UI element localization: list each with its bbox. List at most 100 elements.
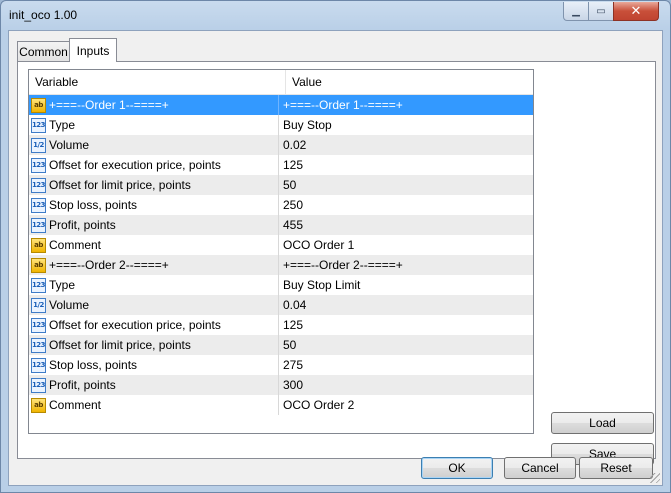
table-row[interactable]: ab Comment OCO Order 1 (29, 235, 533, 255)
variable-label: Offset for execution price, points (49, 318, 221, 332)
variable-cell: 123 Stop loss, points (29, 195, 279, 215)
value-cell[interactable]: 125 (279, 318, 303, 332)
resize-grip[interactable] (650, 473, 660, 483)
value-cell[interactable]: Buy Stop (279, 118, 332, 132)
string-type-icon: ab (31, 397, 46, 413)
close-button[interactable]: ✕ (613, 2, 659, 21)
variable-label: +===--Order 2--====+ (49, 258, 169, 272)
variable-cell: 123 Offset for limit price, points (29, 335, 279, 355)
variable-cell: 123 Stop loss, points (29, 355, 279, 375)
variable-cell: 123 Type (29, 275, 279, 295)
value-cell[interactable]: OCO Order 1 (279, 238, 354, 252)
value-cell[interactable]: 275 (279, 358, 303, 372)
minimize-icon: ▁ (572, 5, 580, 17)
double-type-icon: 1/2 (31, 297, 46, 313)
value-cell[interactable]: +===--Order 1--====+ (279, 98, 403, 112)
string-type-icon: ab (31, 237, 46, 253)
variable-cell: 123 Type (29, 115, 279, 135)
inputs-grid[interactable]: Variable Value ab +===--Order 1--====+ +==… (28, 69, 534, 434)
variable-cell: ab +===--Order 1--====+ (29, 95, 279, 115)
value-cell[interactable]: 50 (279, 338, 296, 352)
variable-cell: 1/2 Volume (29, 135, 279, 155)
inputs-panel: Variable Value ab +===--Order 1--====+ +==… (17, 61, 656, 465)
value-cell[interactable]: +===--Order 2--====+ (279, 258, 403, 272)
variable-cell: 1/2 Volume (29, 295, 279, 315)
value-cell[interactable]: 250 (279, 198, 303, 212)
variable-label: Offset for execution price, points (49, 158, 221, 172)
table-row[interactable]: 123 Type Buy Stop (29, 115, 533, 135)
maximize-button[interactable]: ▭ (588, 2, 614, 21)
table-row[interactable]: 123 Type Buy Stop Limit (29, 275, 533, 295)
variable-label: Type (49, 118, 76, 132)
value-cell[interactable]: Buy Stop Limit (279, 278, 360, 292)
integer-type-icon: 123 (31, 217, 46, 233)
variable-label: Stop loss, points (49, 358, 138, 372)
table-row[interactable]: 123 Offset for execution price, points 125 (29, 155, 533, 175)
table-row[interactable]: 123 Profit, points 455 (29, 215, 533, 235)
variable-label: Comment (49, 238, 102, 252)
table-row[interactable]: ab Comment OCO Order 2 (29, 395, 533, 415)
integer-type-icon: 123 (31, 177, 46, 193)
value-cell[interactable]: 455 (279, 218, 303, 232)
table-row[interactable]: ab +===--Order 1--====+ +===--Order 1--===… (29, 95, 533, 115)
table-row[interactable]: 123 Offset for limit price, points 50 (29, 175, 533, 195)
integer-type-icon: 123 (31, 117, 46, 133)
variable-label: Offset for limit price, points (49, 178, 191, 192)
string-type-icon: ab (31, 257, 46, 273)
table-row[interactable]: 123 Stop loss, points 275 (29, 355, 533, 375)
variable-cell: 123 Offset for execution price, points (29, 155, 279, 175)
title-bar[interactable]: init_oco 1.00 ▁ ▭ ✕ (1, 1, 670, 31)
table-row[interactable]: 1/2 Volume 0.04 (29, 295, 533, 315)
cancel-button[interactable]: Cancel (504, 457, 576, 479)
integer-type-icon: 123 (31, 317, 46, 333)
variable-label: Type (49, 278, 76, 292)
variable-label: Comment (49, 398, 102, 412)
table-row[interactable]: 1/2 Volume 0.02 (29, 135, 533, 155)
maximize-icon: ▭ (596, 5, 606, 17)
value-cell[interactable]: 125 (279, 158, 303, 172)
integer-type-icon: 123 (31, 197, 46, 213)
value-cell[interactable]: OCO Order 2 (279, 398, 354, 412)
variable-cell: 123 Offset for limit price, points (29, 175, 279, 195)
tab-common[interactable]: Common (17, 41, 70, 61)
close-icon: ✕ (630, 3, 642, 18)
variable-label: Profit, points (49, 218, 116, 232)
tab-inputs[interactable]: Inputs (69, 38, 117, 62)
string-type-icon: ab (31, 97, 46, 113)
variable-cell: 123 Profit, points (29, 215, 279, 235)
table-row[interactable]: 123 Profit, points 300 (29, 375, 533, 395)
minimize-button[interactable]: ▁ (563, 2, 589, 21)
variable-label: Profit, points (49, 378, 116, 392)
column-header-variable[interactable]: Variable (29, 70, 286, 94)
load-button[interactable]: Load (551, 412, 654, 434)
table-row[interactable]: ab +===--Order 2--====+ +===--Order 2--===… (29, 255, 533, 275)
variable-label: Volume (49, 298, 90, 312)
column-header-value[interactable]: Value (286, 70, 322, 94)
value-cell[interactable]: 50 (279, 178, 296, 192)
value-cell[interactable]: 300 (279, 378, 303, 392)
dialog-client: Common Inputs Variable Value ab +===--Ord… (8, 30, 663, 486)
table-row[interactable]: 123 Offset for limit price, points 50 (29, 335, 533, 355)
integer-type-icon: 123 (31, 337, 46, 353)
value-cell[interactable]: 0.04 (279, 298, 306, 312)
grid-header: Variable Value (29, 70, 533, 95)
variable-label: Offset for limit price, points (49, 338, 191, 352)
value-cell[interactable]: 0.02 (279, 138, 306, 152)
grid-rows: ab +===--Order 1--====+ +===--Order 1--===… (29, 95, 533, 415)
integer-type-icon: 123 (31, 377, 46, 393)
integer-type-icon: 123 (31, 357, 46, 373)
variable-cell: ab +===--Order 2--====+ (29, 255, 279, 275)
window-title: init_oco 1.00 (9, 8, 78, 22)
reset-button[interactable]: Reset (579, 457, 653, 479)
table-row[interactable]: 123 Stop loss, points 250 (29, 195, 533, 215)
variable-cell: 123 Offset for execution price, points (29, 315, 279, 335)
variable-cell: ab Comment (29, 235, 279, 255)
variable-cell: 123 Profit, points (29, 375, 279, 395)
variable-label: +===--Order 1--====+ (49, 98, 169, 112)
variable-cell: ab Comment (29, 395, 279, 415)
ok-button[interactable]: OK (421, 457, 493, 479)
table-row[interactable]: 123 Offset for execution price, points 125 (29, 315, 533, 335)
double-type-icon: 1/2 (31, 137, 46, 153)
variable-label: Volume (49, 138, 90, 152)
integer-type-icon: 123 (31, 157, 46, 173)
